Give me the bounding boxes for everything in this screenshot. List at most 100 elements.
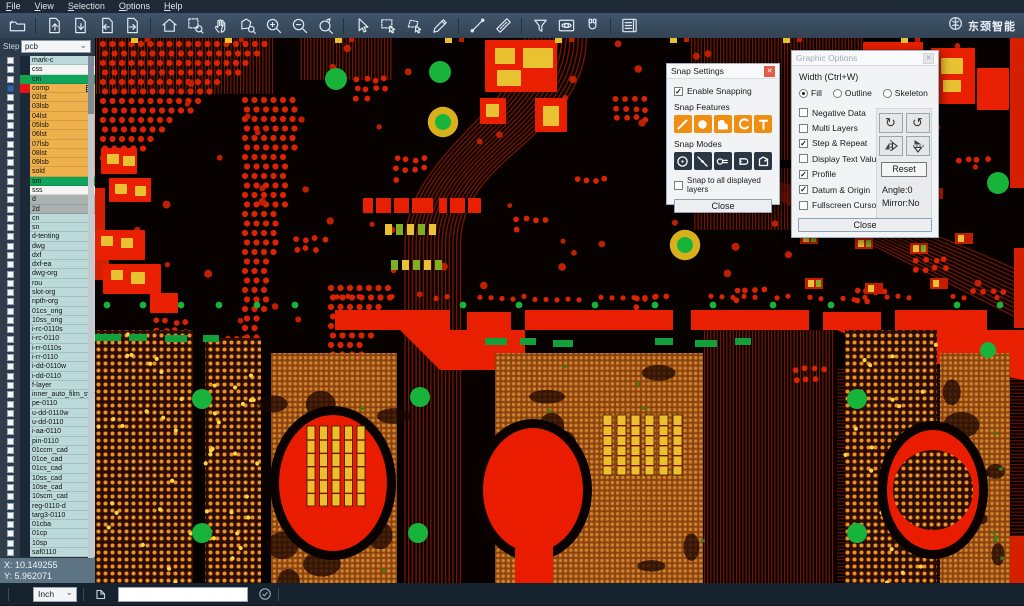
layer-row-04lst[interactable]: 04lst [0,112,95,121]
layer-visibility-checkbox[interactable] [7,94,14,101]
layer-visibility-checkbox[interactable] [7,252,14,259]
option-checkbox[interactable] [799,108,808,117]
layer-visibility-checkbox[interactable] [7,271,14,278]
radio-skeleton[interactable] [883,89,892,98]
layer-row-css[interactable]: css [0,65,95,74]
layer-row-dxf[interactable]: dxf [0,251,95,260]
layer-visibility-checkbox[interactable] [7,317,14,324]
layer-row-f-layer[interactable]: f-layer [0,381,95,390]
import-up-button[interactable] [41,15,67,37]
highlight-brush-button[interactable] [427,15,453,37]
draw-line-button[interactable] [464,15,490,37]
snap-text-button[interactable] [754,115,772,133]
layer-row-u-dd-0110[interactable]: u-dd-0110 [0,418,95,427]
layer-visibility-checkbox[interactable] [7,261,14,268]
graphic-dialog-titlebar[interactable]: Graphic Options ✕ [792,51,938,66]
layer-visibility-checkbox[interactable] [7,549,14,556]
layer-visibility-checkbox[interactable] [7,113,14,120]
option-checkbox[interactable] [799,201,808,210]
layer-visibility-checkbox[interactable] [7,540,14,547]
layer-visibility-checkbox[interactable] [7,233,14,240]
layer-row-i-aa-0110[interactable]: i-aa-0110 [0,427,95,436]
rotate-cw-button[interactable]: ↻ [879,113,903,133]
layer-row-10ss_orig[interactable]: 10ss_orig [0,316,95,325]
menu-selection[interactable]: Selection [68,0,105,13]
pcb-canvas[interactable]: Snap Settings ✕ Enable Snapping Snap Fea… [95,38,1024,583]
layer-visibility-checkbox[interactable] [7,391,14,398]
layer-row-mark-c[interactable]: mark-c [0,56,95,65]
layer-visibility-checkbox[interactable] [7,428,14,435]
menu-view[interactable]: View [35,0,54,13]
option-profile[interactable]: Profile [799,167,883,182]
layer-visibility-checkbox[interactable] [7,354,14,361]
zoom-in-button[interactable] [260,15,286,37]
layer-visibility-checkbox[interactable] [7,187,14,194]
layer-visibility-checkbox[interactable] [7,401,14,408]
layer-row-10se_cad[interactable]: 10se_cad [0,483,95,492]
layer-visibility-checkbox[interactable] [7,521,14,528]
layer-visibility-checkbox[interactable] [7,373,14,380]
option-checkbox[interactable] [799,154,808,163]
mirror-horizontal-button[interactable] [879,136,903,156]
layer-visibility-checkbox[interactable] [7,419,14,426]
layer-row-u-dd-0110w[interactable]: u-dd-0110w [0,409,95,418]
layer-visibility-checkbox[interactable] [7,280,14,287]
layer-row-rou[interactable]: rou [0,279,95,288]
layer-visibility-checkbox[interactable] [7,196,14,203]
layer-row-01cba[interactable]: 01cba [0,520,95,529]
layer-visibility-checkbox[interactable] [7,336,14,343]
layer-row-i-rc-0110s[interactable]: i-rc-0110s [0,325,95,334]
layer-row-02lst[interactable]: 02lst [0,93,95,102]
apply-check-icon[interactable] [258,587,272,601]
layer-row-08lst[interactable]: 08lst [0,149,95,158]
scrollbar-thumb[interactable] [88,56,94,114]
layer-row-01ccm_cad[interactable]: 01ccm_cad [0,446,95,455]
zoom-out-button[interactable] [286,15,312,37]
layer-row-01cs_cad[interactable]: 01cs_cad [0,464,95,473]
menu-help[interactable]: Help [164,0,183,13]
layer-visibility-checkbox[interactable] [7,159,14,166]
enable-snapping-checkbox[interactable] [674,87,683,96]
layer-row-dwg[interactable]: dwg [0,242,95,251]
layer-visibility-checkbox[interactable] [7,169,14,176]
layer-row-10ss_cad[interactable]: 10ss_cad [0,474,95,483]
graphic-close-button[interactable]: Close [798,218,932,232]
snap-close-button[interactable]: Close [674,199,772,213]
reset-button[interactable]: Reset [881,162,927,177]
layer-row-saf0110[interactable]: saf0110 [0,548,95,557]
open-file-button[interactable] [4,15,30,37]
snap-profile-corner-button[interactable] [754,152,772,170]
layer-visibility-checkbox[interactable] [7,484,14,491]
layer-visibility-checkbox[interactable] [7,363,14,370]
layer-row-sold[interactable]: sold [0,167,95,176]
option-checkbox[interactable] [799,185,808,194]
shape-tool-icon[interactable] [94,587,108,601]
option-step-repeat[interactable]: Step & Repeat [799,136,883,151]
snap-line-button[interactable] [674,115,692,133]
layer-visibility-checkbox[interactable] [7,447,14,454]
layers-panel-button[interactable] [616,15,642,37]
layer-row-slot-org[interactable]: slot-org [0,288,95,297]
layer-visibility-checkbox[interactable] [7,141,14,148]
rotate-ccw-button[interactable]: ↺ [906,113,930,133]
snap-symbol-button[interactable] [714,152,732,170]
mirror-vertical-button[interactable] [906,136,930,156]
layer-visibility-checkbox[interactable] [7,150,14,157]
pan-hand-button[interactable] [208,15,234,37]
layer-row-comp[interactable]: comp [0,84,95,93]
close-icon[interactable]: ✕ [923,53,934,64]
layer-row-09lsb[interactable]: 09lsb [0,158,95,167]
option-checkbox[interactable] [799,124,808,133]
layer-row-01cp[interactable]: 01cp [0,529,95,538]
layer-row-i-rr-0110[interactable]: i-rr-0110 [0,353,95,362]
layer-row-i-rc-0110[interactable]: i-rc-0110 [0,334,95,343]
layer-visibility-checkbox[interactable] [7,243,14,250]
layer-row-dwg-org[interactable]: dwg-org [0,269,95,278]
layer-row-01cs_orig[interactable]: 01cs_orig [0,307,95,316]
command-input[interactable] [118,587,248,602]
layer-row-i-dd-0110[interactable]: i-dd-0110 [0,372,95,381]
zoom-window-button[interactable] [182,15,208,37]
display-options-button[interactable] [553,15,579,37]
step-select[interactable]: pcb [21,40,91,53]
file-in-button[interactable] [93,15,119,37]
